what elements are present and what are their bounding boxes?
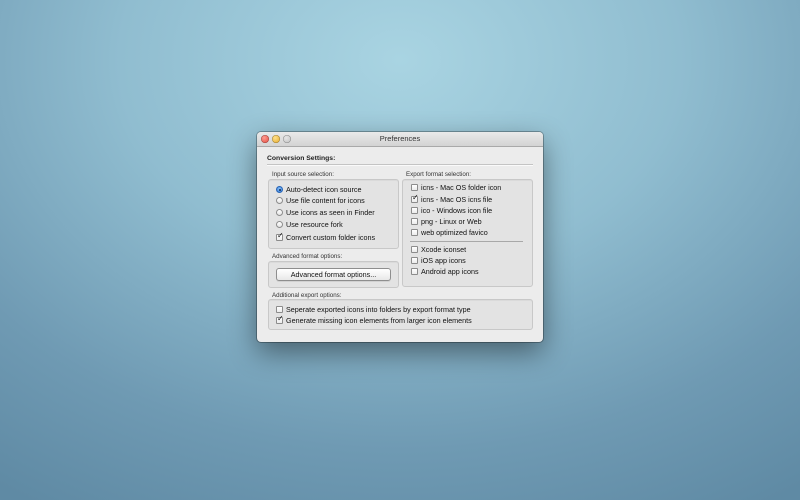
checkbox[interactable]: ✓ xyxy=(276,314,284,324)
checkbox[interactable] xyxy=(411,268,418,275)
window-title: Preferences xyxy=(379,134,421,143)
advanced-format-label: Advanced format options: xyxy=(272,253,343,260)
checkbox-favico[interactable]: web optimized favico xyxy=(411,227,488,238)
checkbox-png[interactable]: png - Linux or Web xyxy=(411,216,482,227)
export-format-label: Export format selection: xyxy=(406,171,471,178)
radio-button[interactable] xyxy=(276,221,283,228)
preferences-window: Preferences Conversion Settings: Input s… xyxy=(257,132,543,342)
radio-button[interactable] xyxy=(276,209,283,216)
checkmark-icon: ✓ xyxy=(277,231,284,240)
checkbox[interactable] xyxy=(411,218,418,225)
radio-button[interactable] xyxy=(276,197,283,204)
checkmark-icon: ✓ xyxy=(277,314,284,323)
checkmark-icon: ✓ xyxy=(412,193,419,202)
radio-label: Use resource fork xyxy=(286,220,343,229)
radio-label: Use file content for icons xyxy=(286,196,365,205)
checkbox-label: Xcode iconset xyxy=(421,245,467,254)
checkbox-label: Convert custom folder icons xyxy=(286,233,376,242)
checkbox-label: icns - Mac OS icns file xyxy=(421,195,493,204)
radio-label: Auto-detect icon source xyxy=(286,185,362,194)
radio-label: Use icons as seen in Finder xyxy=(286,208,375,217)
input-source-label: Input source selection: xyxy=(272,171,334,178)
checkbox-ico[interactable]: ico - Windows icon file xyxy=(411,205,492,216)
checkbox[interactable] xyxy=(411,184,418,191)
checkbox[interactable] xyxy=(411,246,418,253)
radio-button[interactable] xyxy=(276,186,283,193)
checkbox-xcode-iconset[interactable]: Xcode iconset xyxy=(411,244,466,255)
checkbox-icns-file[interactable]: ✓ icns - Mac OS icns file xyxy=(411,193,493,205)
checkbox-android-app-icons[interactable]: Android app icons xyxy=(411,266,479,277)
checkbox-label: png - Linux or Web xyxy=(421,217,482,226)
checkbox-label: web optimized favico xyxy=(421,228,488,237)
checkbox[interactable] xyxy=(411,257,418,264)
title-bar[interactable]: Preferences xyxy=(257,132,543,147)
radio-auto-detect[interactable]: Auto-detect icon source xyxy=(276,184,362,195)
radio-file-content[interactable]: Use file content for icons xyxy=(276,195,365,206)
export-format-divider xyxy=(410,241,523,242)
checkbox-generate-missing[interactable]: ✓ Generate missing icon elements from la… xyxy=(276,314,472,326)
checkbox[interactable] xyxy=(276,306,283,313)
radio-finder-icons[interactable]: Use icons as seen in Finder xyxy=(276,207,375,218)
checkbox-label: Generate missing icon elements from larg… xyxy=(286,316,472,325)
additional-export-label: Additional export options: xyxy=(272,292,342,299)
checkbox-separate-folders[interactable]: Seperate exported icons into folders by … xyxy=(276,304,471,315)
heading-divider xyxy=(267,164,533,166)
checkbox-label: Seperate exported icons into folders by … xyxy=(286,305,471,314)
checkbox-label: Android app icons xyxy=(421,267,479,276)
checkbox-label: iOS app icons xyxy=(421,256,466,265)
checkbox-label: icns - Mac OS folder icon xyxy=(421,183,502,192)
conversion-settings-heading: Conversion Settings: xyxy=(267,155,336,162)
checkbox-icns-folder[interactable]: icns - Mac OS folder icon xyxy=(411,182,501,193)
radio-resource-fork[interactable]: Use resource fork xyxy=(276,219,343,230)
checkbox[interactable]: ✓ xyxy=(276,231,284,241)
checkbox-convert-custom-folder[interactable]: ✓ Convert custom folder icons xyxy=(276,231,376,243)
advanced-format-options-button[interactable]: Advanced format options... xyxy=(276,268,391,281)
checkbox-label: ico - Windows icon file xyxy=(421,206,493,215)
checkbox[interactable] xyxy=(411,207,418,214)
checkbox[interactable]: ✓ xyxy=(411,193,419,203)
checkbox-ios-app-icons[interactable]: iOS app icons xyxy=(411,255,466,266)
checkbox[interactable] xyxy=(411,229,418,236)
